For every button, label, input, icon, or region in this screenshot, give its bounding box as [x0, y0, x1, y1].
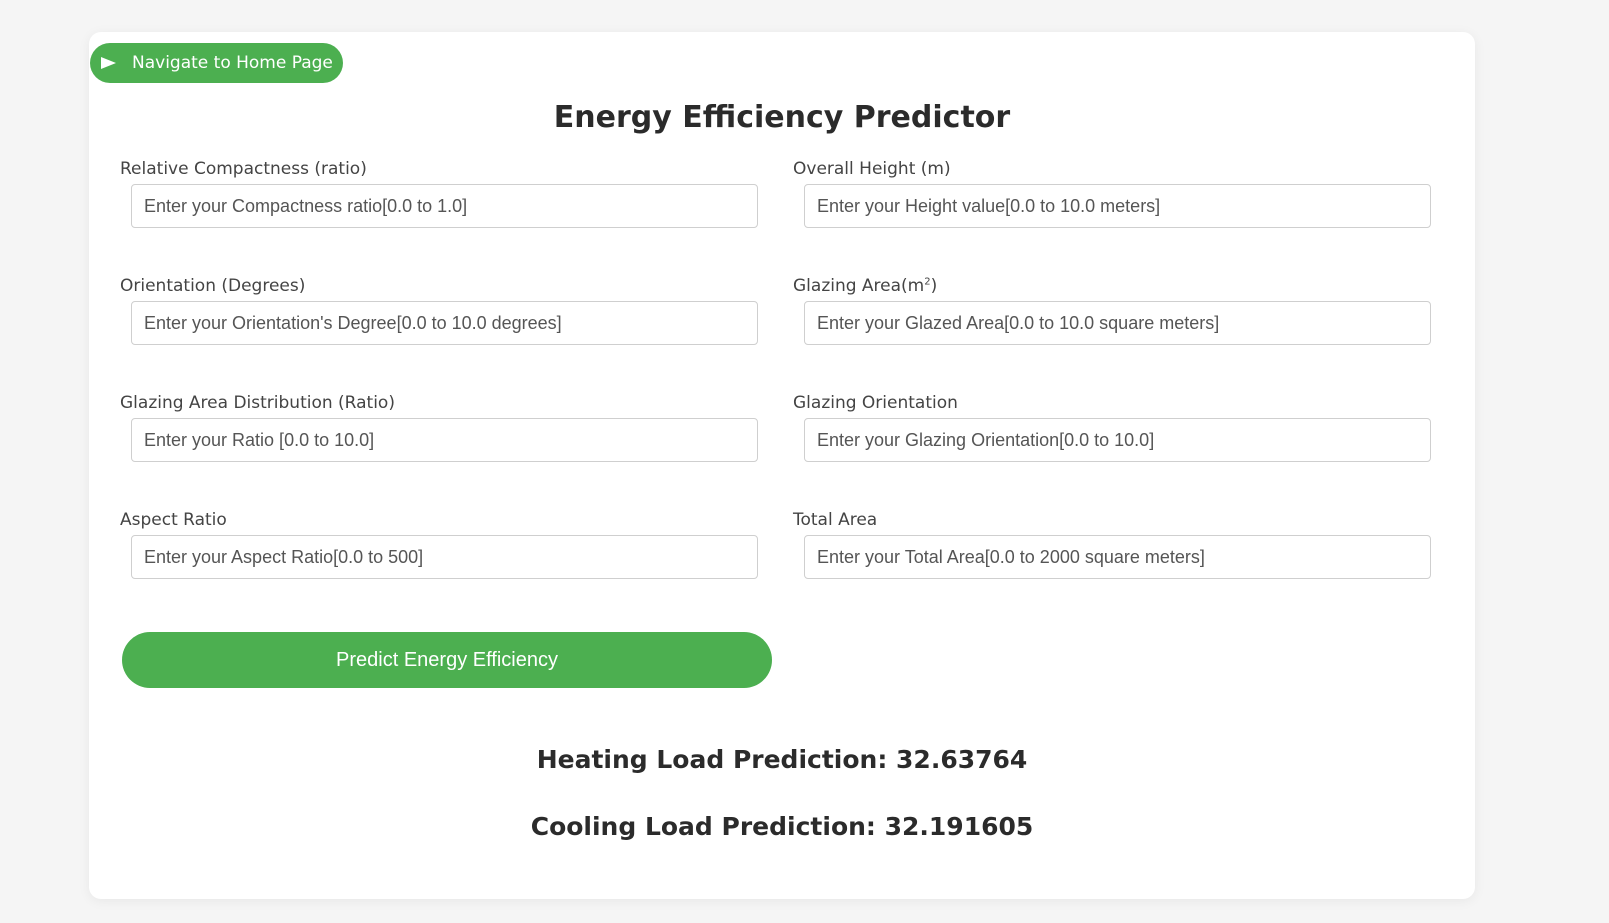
- glazing-area-label: Glazing Area(m2): [793, 276, 937, 296]
- arrow-right-icon: [101, 57, 116, 69]
- relative-compactness-input[interactable]: [131, 184, 758, 228]
- home-nav-button[interactable]: Navigate to Home Page: [90, 43, 343, 83]
- orientation-input[interactable]: [131, 301, 758, 345]
- page-title: Energy Efficiency Predictor: [553, 100, 1011, 135]
- overall-height-input[interactable]: [804, 184, 1431, 228]
- orientation-label: Orientation (Degrees): [120, 276, 306, 296]
- aspect-ratio-input[interactable]: [131, 535, 758, 579]
- relative-compactness-label: Relative Compactness (ratio): [120, 159, 367, 179]
- glazing-area-label-text: Glazing Area(m: [793, 276, 925, 296]
- glazing-orientation-input[interactable]: [804, 418, 1431, 462]
- glazing-area-distribution-label: Glazing Area Distribution (Ratio): [120, 393, 395, 413]
- glazing-area-input[interactable]: [804, 301, 1431, 345]
- predictor-card: Navigate to Home Page Energy Efficiency …: [89, 32, 1475, 899]
- home-nav-label: Navigate to Home Page: [132, 53, 333, 73]
- glazing-orientation-label: Glazing Orientation: [793, 393, 958, 413]
- total-area-label: Total Area: [793, 510, 878, 530]
- cooling-load-result: Cooling Load Prediction: 32.191605: [530, 812, 1034, 841]
- overall-height-label: Overall Height (m): [793, 159, 951, 179]
- predict-button[interactable]: Predict Energy Efficiency: [122, 632, 772, 688]
- aspect-ratio-label: Aspect Ratio: [120, 510, 227, 530]
- glazing-area-label-suffix: ): [930, 276, 938, 296]
- total-area-input[interactable]: [804, 535, 1431, 579]
- glazing-area-distribution-input[interactable]: [131, 418, 758, 462]
- heating-load-result: Heating Load Prediction: 32.63764: [536, 745, 1028, 774]
